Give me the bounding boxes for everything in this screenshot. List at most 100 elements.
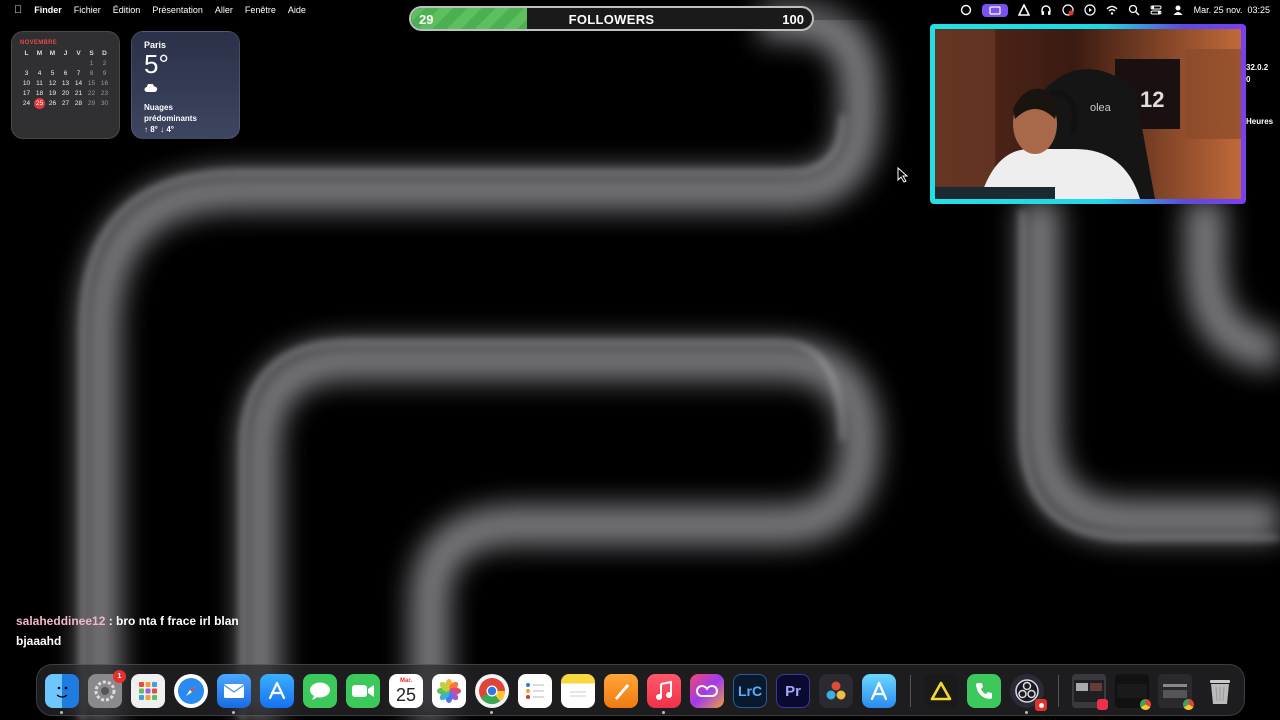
menu-finder[interactable]: Finder bbox=[34, 5, 62, 15]
calendar-grid: L M M J V S D 1 2 3 4 5 6 7 8 9 10 11 12 13 14 15 16 17 18 19 20 21… bbox=[20, 50, 111, 109]
calendar-day: 21 bbox=[74, 90, 83, 97]
calendar-day: 12 bbox=[48, 80, 57, 87]
premiere-pro-icon[interactable]: Pr bbox=[776, 674, 810, 708]
calendar-day: 1 bbox=[89, 60, 94, 67]
apple-icon[interactable]:  bbox=[14, 4, 22, 16]
calendar-day: 2 bbox=[102, 60, 107, 67]
dock: 1 Mar. 25 LrC Pr bbox=[36, 664, 1245, 716]
calendar-day: 10 bbox=[22, 80, 31, 87]
user-icon[interactable] bbox=[1172, 4, 1184, 16]
dock-separator bbox=[1058, 675, 1059, 707]
menu-fenetre[interactable]: Fenêtre bbox=[245, 5, 276, 15]
menubar-clock[interactable]: Mar. 25 nov. 03:25 bbox=[1194, 5, 1270, 15]
calendar-day: 23 bbox=[100, 90, 109, 97]
davinci-resolve-icon[interactable] bbox=[819, 674, 853, 708]
menu-aller[interactable]: Aller bbox=[215, 5, 233, 15]
settings-badge: 1 bbox=[113, 670, 126, 683]
calendar-day: 30 bbox=[100, 100, 109, 107]
calendar-day: 22 bbox=[87, 90, 96, 97]
wifi-icon[interactable] bbox=[1106, 4, 1118, 16]
calendar-day: 24 bbox=[22, 100, 31, 107]
svg-text:olea: olea bbox=[1090, 102, 1112, 114]
weather-condition-line2: prédominants bbox=[144, 114, 197, 123]
obs-menu-icon[interactable] bbox=[1062, 4, 1074, 16]
followers-title: FOLLOWERS bbox=[568, 12, 655, 27]
photos-icon[interactable] bbox=[432, 674, 466, 708]
launchpad-icon[interactable] bbox=[131, 674, 165, 708]
calendar-day: 14 bbox=[74, 80, 83, 87]
messages-icon[interactable] bbox=[303, 674, 337, 708]
phone-icon[interactable] bbox=[967, 674, 1001, 708]
calendar-day: 27 bbox=[61, 100, 70, 107]
pages-icon[interactable] bbox=[604, 674, 638, 708]
minimized-window-1[interactable] bbox=[1072, 674, 1108, 710]
calendar-day: 20 bbox=[61, 90, 70, 97]
calendar-weekday: L bbox=[24, 50, 29, 57]
minimized-window-3[interactable] bbox=[1158, 674, 1194, 710]
calendar-app-day-label: Mar. bbox=[399, 677, 412, 684]
followers-goal-bar: 29 FOLLOWERS 100 bbox=[409, 6, 814, 31]
music-icon[interactable] bbox=[647, 674, 681, 714]
calendar-day: 8 bbox=[89, 70, 94, 77]
calendar-weekday: M bbox=[36, 50, 43, 57]
menu-aide[interactable]: Aide bbox=[288, 5, 306, 15]
side-text-line3: Heures bbox=[1246, 117, 1274, 126]
calendar-empty-cell bbox=[72, 60, 85, 67]
search-icon[interactable] bbox=[1128, 4, 1140, 16]
lightroom-classic-icon[interactable]: LrC bbox=[733, 674, 767, 708]
calendar-widget[interactable]: NOVEMBRE L M M J V S D 1 2 3 4 5 6 7 8 9 10 11 12 13 14 15 16 1… bbox=[11, 31, 120, 139]
menu-fichier[interactable]: Fichier bbox=[74, 5, 101, 15]
followers-goal: 100 bbox=[782, 12, 804, 27]
calendar-weekday: M bbox=[49, 50, 56, 57]
reminders-icon[interactable] bbox=[518, 674, 552, 708]
chrome-mini-icon bbox=[1183, 699, 1194, 710]
notes-icon[interactable] bbox=[561, 674, 595, 708]
calendar-app-icon[interactable]: Mar. 25 bbox=[389, 674, 423, 708]
side-text-line1: 32.0.2 bbox=[1246, 63, 1269, 72]
calendar-day: 17 bbox=[22, 90, 31, 97]
calendar-empty-cell bbox=[20, 60, 33, 67]
headphones-icon[interactable] bbox=[1040, 4, 1052, 16]
calendar-weekday: S bbox=[89, 50, 94, 57]
menu-presentation[interactable]: Présentation bbox=[152, 5, 203, 15]
calendar-day: 18 bbox=[35, 90, 44, 97]
obs-icon[interactable] bbox=[1010, 674, 1047, 714]
xcode-icon[interactable] bbox=[862, 674, 896, 708]
control-center-icon[interactable] bbox=[1150, 4, 1162, 16]
calendar-day: 5 bbox=[50, 70, 55, 77]
system-settings-icon[interactable]: 1 bbox=[88, 670, 126, 708]
safari-icon[interactable] bbox=[174, 674, 208, 708]
calendar-day: 28 bbox=[74, 100, 83, 107]
webcam-video: 12 olea bbox=[935, 29, 1241, 199]
altium-app-icon[interactable] bbox=[924, 674, 958, 708]
facetime-icon[interactable] bbox=[346, 674, 380, 708]
menu-edition[interactable]: Édition bbox=[113, 5, 141, 15]
weather-condition-line1: Nuages bbox=[144, 103, 173, 112]
calendar-empty-cell bbox=[33, 60, 46, 67]
chrome-mini-icon bbox=[1140, 699, 1151, 710]
calendar-day: 9 bbox=[102, 70, 107, 77]
calendar-weekday: V bbox=[76, 50, 81, 57]
altium-icon[interactable] bbox=[1017, 4, 1030, 16]
calendar-today: 25 bbox=[34, 98, 45, 109]
trash-icon[interactable] bbox=[1203, 674, 1237, 708]
dock-separator bbox=[910, 675, 911, 707]
chat-username: salaheddinee12 bbox=[16, 614, 106, 628]
mail-icon[interactable] bbox=[217, 674, 251, 714]
weather-range: ↑ 8° ↓ 4° bbox=[144, 125, 174, 134]
calendar-day: 7 bbox=[76, 70, 81, 77]
calendar-app-day: 25 bbox=[395, 684, 417, 705]
minimized-window-2[interactable] bbox=[1115, 674, 1151, 710]
play-icon[interactable] bbox=[1084, 4, 1096, 16]
screen-record-icon[interactable] bbox=[981, 3, 1008, 17]
finder-icon[interactable] bbox=[45, 674, 79, 714]
app-store-icon[interactable] bbox=[260, 674, 294, 708]
calendar-day: 11 bbox=[36, 80, 43, 87]
creative-cloud-icon[interactable] bbox=[960, 4, 972, 16]
calendar-day: 4 bbox=[37, 70, 42, 77]
record-icon bbox=[1035, 699, 1047, 711]
weather-widget[interactable]: Paris 5° Nuages prédominants ↑ 8° ↓ 4° bbox=[131, 31, 240, 139]
weather-temperature: 5° bbox=[144, 49, 169, 79]
chrome-icon[interactable] bbox=[475, 674, 509, 714]
creative-cloud-app-icon[interactable] bbox=[690, 674, 724, 708]
